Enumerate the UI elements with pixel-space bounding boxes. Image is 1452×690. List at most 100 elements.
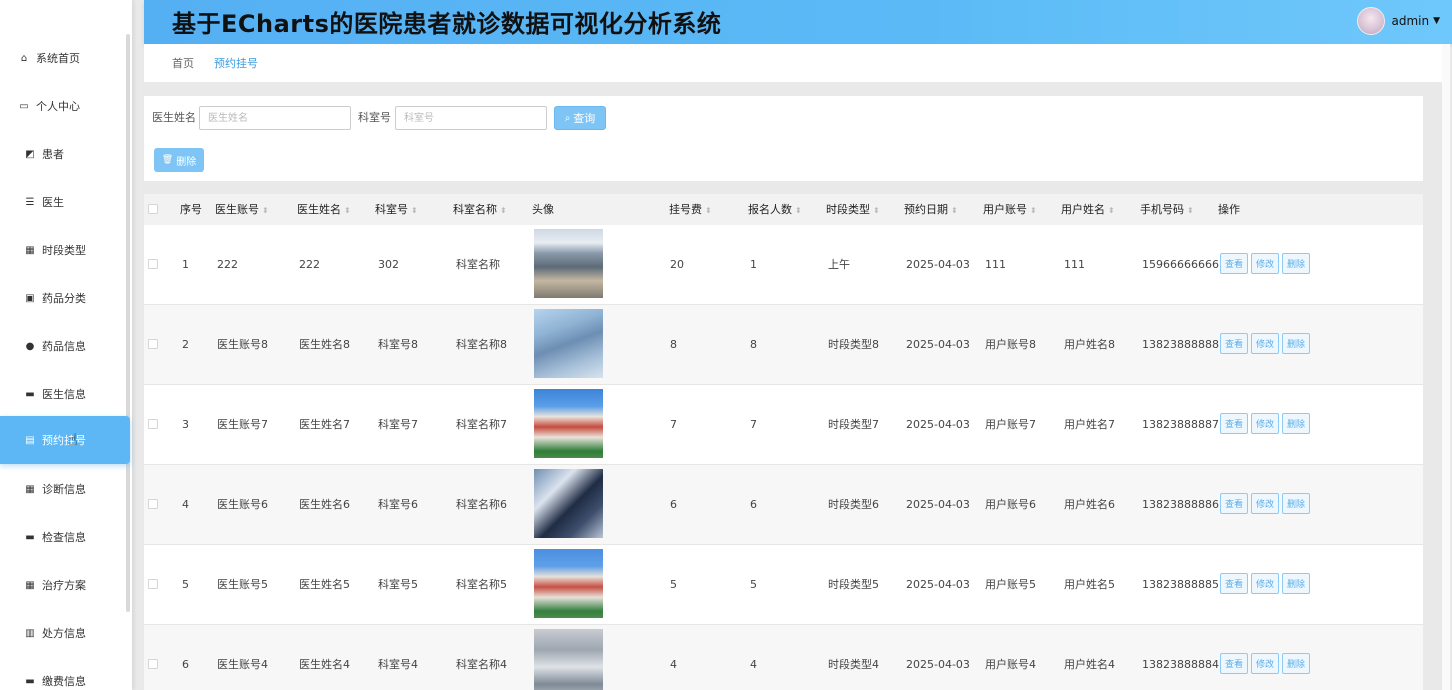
sidebar-item-label: 时段类型	[42, 244, 86, 257]
caret-down-icon[interactable]: ▼	[1433, 16, 1440, 26]
sidebar-item-2[interactable]: ◩ 患者	[0, 130, 130, 178]
row-checkbox[interactable]	[148, 499, 158, 509]
column-header[interactable]: 用户账号 ⬍	[983, 194, 1037, 225]
delete-button[interactable]: 删除	[1282, 253, 1310, 274]
delete-button[interactable]: 删除	[1282, 653, 1310, 674]
cell-dept-name: 科室名称5	[456, 578, 507, 591]
list-icon: ☰	[25, 196, 35, 208]
delete-button[interactable]: 删除	[1282, 413, 1310, 434]
doctor-name-input[interactable]	[199, 106, 351, 130]
avatar[interactable]	[1357, 7, 1386, 35]
sidebar-item-12[interactable]: ▥ 处方信息	[0, 609, 130, 657]
cell-phone: 13823888885	[1142, 578, 1219, 591]
sidebar-item-label: 药品信息	[42, 340, 86, 353]
column-header[interactable]: 预约日期 ⬍	[904, 194, 958, 225]
sort-icon[interactable]: ⬍	[1108, 206, 1115, 215]
cell-date: 2025-04-03	[906, 658, 970, 671]
delete-button[interactable]: 删除	[1282, 333, 1310, 354]
edit-button[interactable]: 修改	[1251, 333, 1279, 354]
cell-dept-name: 科室名称4	[456, 658, 507, 671]
column-header: 序号	[180, 194, 202, 225]
edit-button[interactable]: 修改	[1251, 253, 1279, 274]
cell-fee: 7	[670, 418, 677, 431]
delete-button[interactable]: 删除	[1282, 573, 1310, 594]
sort-icon[interactable]: ⬍	[951, 206, 958, 215]
sort-icon[interactable]: ⬍	[262, 206, 269, 215]
edit-button[interactable]: 修改	[1251, 653, 1279, 674]
row-checkbox[interactable]	[148, 259, 158, 269]
sidebar-item-13[interactable]: ▬ 缴费信息	[0, 657, 130, 690]
sidebar-item-11[interactable]: ▦ 治疗方案	[0, 561, 130, 609]
sort-icon[interactable]: ⬍	[411, 206, 418, 215]
row-checkbox[interactable]	[148, 419, 158, 429]
table-row: 1 222 222 302 科室名称 20 1 上午 2025-04-03 111 111 15966…	[144, 225, 1423, 305]
column-header[interactable]: 医生姓名 ⬍	[297, 194, 351, 225]
cell-user-name: 用户姓名7	[1064, 418, 1115, 431]
sidebar-item-4[interactable]: ▦ 时段类型	[0, 226, 130, 274]
column-header[interactable]: 报名人数 ⬍	[748, 194, 802, 225]
sidebar-item-10[interactable]: ▬ 检查信息	[0, 513, 130, 561]
sidebar-item-9[interactable]: ▦ 诊断信息	[0, 465, 130, 513]
view-button[interactable]: 查看	[1220, 333, 1248, 354]
view-button[interactable]: 查看	[1220, 253, 1248, 274]
column-header[interactable]: 用户姓名 ⬍	[1061, 194, 1115, 225]
cell-period: 时段类型8	[828, 338, 879, 351]
view-button[interactable]: 查看	[1220, 493, 1248, 514]
column-header[interactable]: 挂号费 ⬍	[669, 194, 712, 225]
view-button[interactable]: 查看	[1220, 653, 1248, 674]
sort-icon[interactable]: ⬍	[873, 206, 880, 215]
breadcrumb-home[interactable]: 首页	[172, 55, 194, 71]
row-checkbox[interactable]	[148, 579, 158, 589]
column-header-label: 操作	[1218, 203, 1240, 216]
view-button[interactable]: 查看	[1220, 573, 1248, 594]
sidebar-item-6[interactable]: ● 药品信息	[0, 322, 130, 370]
sort-icon[interactable]: ⬍	[500, 206, 507, 215]
edit-button[interactable]: 修改	[1251, 493, 1279, 514]
clipboard-icon: ▤	[25, 434, 35, 446]
sidebar-item-7[interactable]: ▬ 医生信息	[0, 370, 130, 418]
sort-icon[interactable]: ⬍	[344, 206, 351, 215]
sidebar-item-0[interactable]: ⌂ 系统首页	[0, 34, 130, 82]
query-button[interactable]: ⌕ 查询	[554, 106, 606, 130]
cell-fee: 8	[670, 338, 677, 351]
column-header[interactable]: 医生账号 ⬍	[215, 194, 269, 225]
sidebar-item-3[interactable]: ☰ 医生	[0, 178, 130, 226]
edit-button[interactable]: 修改	[1251, 413, 1279, 434]
sort-icon[interactable]: ⬍	[705, 206, 712, 215]
bar-chart-icon: ▥	[25, 627, 35, 639]
sidebar-item-1[interactable]: ▭ 个人中心	[0, 82, 130, 130]
batch-delete-button[interactable]: 🗑 删除	[154, 148, 204, 172]
cell-phone: 15966666666	[1142, 258, 1219, 271]
grid-icon: ▦	[25, 579, 35, 591]
column-header-label: 科室名称	[453, 203, 497, 216]
column-header[interactable]: 科室号 ⬍	[375, 194, 418, 225]
delete-button[interactable]: 删除	[1282, 493, 1310, 514]
sort-icon[interactable]: ⬍	[795, 206, 802, 215]
username[interactable]: admin	[1391, 14, 1429, 28]
sort-icon[interactable]: ⬍	[1187, 206, 1194, 215]
row-checkbox[interactable]	[148, 339, 158, 349]
column-header-label: 医生姓名	[297, 203, 341, 216]
column-header[interactable]: 时段类型 ⬍	[826, 194, 880, 225]
sidebar: ⌂ 系统首页 ▭ 个人中心 ◩ 患者 ☰ 医生 ▦ 时段类型 ▣ 药品分类 ● 药品信息 ▬ 医生信息 ▤ 预约挂…	[0, 0, 132, 690]
cell-phone: 13823888888	[1142, 338, 1219, 351]
sidebar-item-8[interactable]: ▤ 预约挂号	[0, 416, 130, 464]
select-all-checkbox[interactable]	[148, 204, 158, 214]
row-actions: 查看 修改 删除	[1220, 253, 1310, 274]
column-header-label: 预约日期	[904, 203, 948, 216]
view-button[interactable]: 查看	[1220, 413, 1248, 434]
cell-count: 7	[750, 418, 757, 431]
cell-count: 4	[750, 658, 757, 671]
column-header-label: 手机号码	[1140, 203, 1184, 216]
table-row: 3 医生账号7 医生姓名7 科室号7 科室名称7 7 7 时段类型7 2025-04-03 用户账…	[144, 385, 1423, 465]
edit-button[interactable]: 修改	[1251, 573, 1279, 594]
row-checkbox[interactable]	[148, 659, 158, 669]
avatar-image	[534, 229, 603, 298]
user-menu[interactable]: admin ▼	[1357, 7, 1440, 35]
column-header[interactable]: 手机号码 ⬍	[1140, 194, 1194, 225]
sort-icon[interactable]: ⬍	[1030, 206, 1037, 215]
sidebar-item-5[interactable]: ▣ 药品分类	[0, 274, 130, 322]
page-scrollbar[interactable]	[1442, 44, 1450, 690]
column-header[interactable]: 科室名称 ⬍	[453, 194, 507, 225]
dept-no-input[interactable]	[395, 106, 547, 130]
